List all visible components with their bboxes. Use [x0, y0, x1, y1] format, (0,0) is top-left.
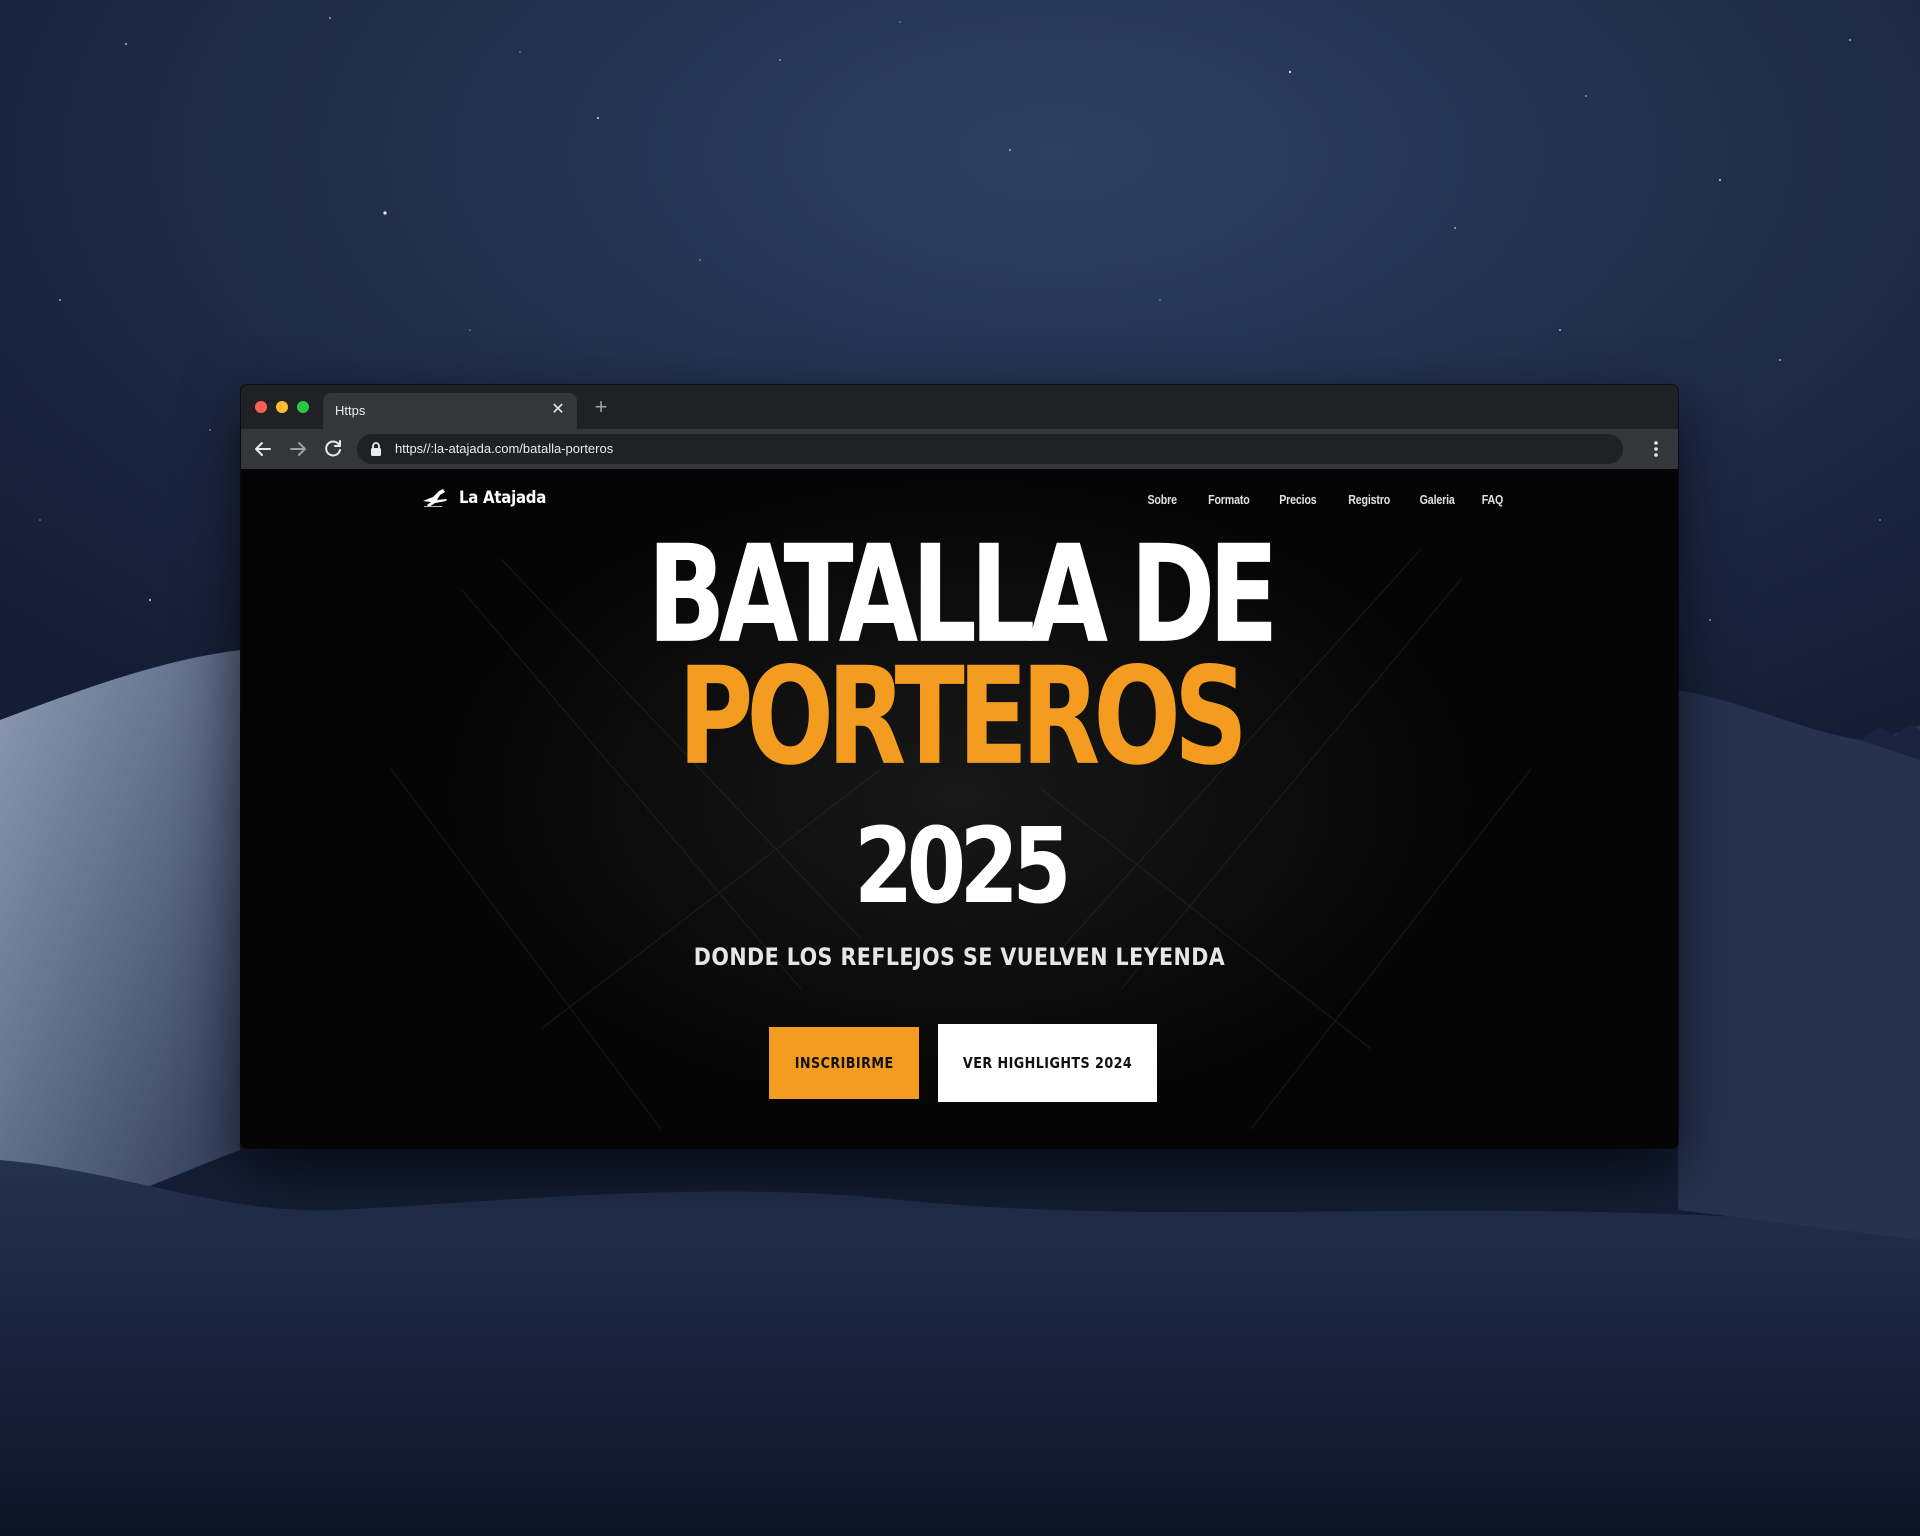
site-logo[interactable]: La Atajada — [421, 487, 558, 509]
nav-links: Sobre Formato Precios Registro Galeria F… — [1119, 492, 1503, 507]
browser-window: Https ✕ + https//:la-atajada.com/batalla… — [241, 385, 1678, 1148]
browser-toolbar: https//:la-atajada.com/batalla-porteros — [241, 429, 1678, 469]
hero-title-line-2: PORTEROS — [677, 638, 1248, 796]
tab-bar: Https ✕ + — [241, 385, 1678, 429]
back-arrow-icon[interactable] — [251, 437, 275, 461]
browser-tab[interactable]: Https ✕ — [323, 393, 577, 429]
hero-year: 2025 — [853, 805, 1072, 927]
tab-close-icon[interactable]: ✕ — [549, 401, 567, 419]
web-page: La Atajada Sobre Formato Precios Registr… — [241, 469, 1678, 1148]
hero-subtitle: DONDE LOS REFLEJOS SE VUELVEN LEYENDA — [693, 943, 1226, 971]
nav-link-registro[interactable]: Registro — [1348, 492, 1390, 507]
register-button[interactable]: INSCRIBIRME — [769, 1027, 919, 1099]
reload-icon[interactable] — [321, 437, 345, 461]
lock-icon — [371, 442, 381, 456]
menu-dots-icon[interactable] — [1644, 437, 1668, 461]
nav-link-formato[interactable]: Formato — [1208, 492, 1250, 507]
highlights-button-label: VER HIGHLIGHTS 2024 — [962, 1054, 1133, 1072]
register-button-label: INSCRIBIRME — [794, 1054, 894, 1072]
address-bar[interactable]: https//:la-atajada.com/batalla-porteros — [357, 434, 1623, 464]
maximize-window-button[interactable] — [297, 401, 309, 413]
nav-link-faq[interactable]: FAQ — [1482, 492, 1504, 507]
forward-arrow-icon[interactable] — [286, 437, 310, 461]
highlights-button[interactable]: VER HIGHLIGHTS 2024 — [938, 1024, 1157, 1102]
url-text: https//:la-atajada.com/batalla-porteros — [395, 441, 614, 456]
goalkeeper-logo-icon — [423, 489, 447, 507]
new-tab-button[interactable]: + — [589, 395, 613, 419]
close-window-button[interactable] — [255, 401, 267, 413]
minimize-window-button[interactable] — [276, 401, 288, 413]
nav-link-sobre[interactable]: Sobre — [1147, 492, 1177, 507]
nav-link-precios[interactable]: Precios — [1280, 492, 1318, 507]
logo-text: La Atajada — [459, 488, 547, 508]
tab-title: Https — [335, 403, 366, 418]
nav-link-galeria[interactable]: Galeria — [1420, 492, 1455, 507]
